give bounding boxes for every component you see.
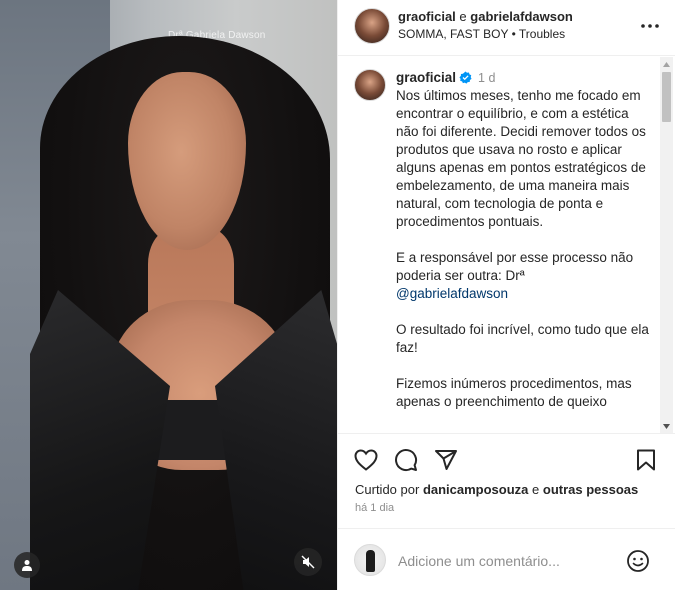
actions-divider	[338, 433, 675, 434]
caption-paragraph-1: Nos últimos meses, tenho me focado em en…	[396, 88, 646, 229]
likes-summary: Curtido por danicamposouza e outras pess…	[355, 482, 638, 497]
author-names: graoficial e gabrielafdawson	[398, 9, 573, 24]
scroll-up-arrow-icon[interactable]	[660, 58, 673, 70]
post-age[interactable]: há 1 dia	[355, 502, 394, 514]
comment-input[interactable]	[398, 550, 618, 572]
caption-scrollbar[interactable]	[660, 57, 673, 433]
author-username[interactable]: graoficial	[398, 9, 456, 24]
audio-attribution[interactable]: SOMMA, FAST BOY • Troubles	[398, 27, 565, 41]
likes-others[interactable]: outras pessoas	[543, 482, 638, 497]
smiley-icon	[627, 550, 649, 572]
share-button[interactable]	[432, 446, 460, 474]
author-connector: e	[459, 9, 467, 24]
likes-connector: e	[532, 482, 540, 497]
post-media[interactable]: Drª Gabriela Dawson	[0, 0, 337, 590]
mute-button[interactable]	[294, 548, 322, 576]
more-options-button[interactable]	[638, 14, 662, 38]
caption-username[interactable]: graoficial	[396, 70, 456, 85]
caption-author-avatar[interactable]	[354, 69, 386, 101]
share-icon	[435, 450, 457, 470]
scrollbar-thumb[interactable]	[662, 72, 671, 122]
tagged-users-button[interactable]	[14, 552, 40, 578]
caption-time[interactable]: 1 d	[478, 71, 495, 85]
comment-icon	[395, 449, 418, 472]
caption-area: graoficial 1 d Nos últimos meses, tenho m…	[338, 57, 660, 433]
like-button[interactable]	[352, 446, 380, 474]
bookmark-icon	[637, 449, 655, 471]
scroll-down-arrow-icon[interactable]	[660, 420, 673, 432]
caption-paragraph-3: O resultado foi incrível, como tudo que …	[396, 322, 649, 355]
likes-user[interactable]: danicamposouza	[423, 482, 528, 497]
post-header: graoficial e gabrielafdawson SOMMA, FAST…	[338, 0, 675, 56]
viewer-avatar	[354, 544, 386, 576]
collab-username[interactable]: gabrielafdawson	[470, 9, 573, 24]
speaker-muted-icon	[301, 555, 315, 569]
caption-paragraph-2: E a responsável por esse processo não po…	[396, 250, 634, 283]
verified-badge-icon	[459, 71, 472, 84]
emoji-button[interactable]	[625, 548, 651, 574]
likes-prefix: Curtido por	[355, 482, 420, 497]
comment-button[interactable]	[392, 446, 420, 474]
more-horizontal-icon	[641, 24, 659, 28]
caption-mention[interactable]: @gabrielafdawson	[396, 286, 508, 301]
heart-icon	[354, 449, 378, 471]
caption-text: graoficial 1 d Nos últimos meses, tenho m…	[396, 69, 654, 429]
action-bar	[338, 442, 675, 478]
post-panel: graoficial e gabrielafdawson SOMMA, FAST…	[337, 0, 675, 590]
user-icon	[22, 560, 32, 571]
author-avatar[interactable]	[354, 8, 390, 44]
caption-paragraph-4: Fizemos inúmeros procedimentos, mas apen…	[396, 376, 632, 409]
comment-divider	[338, 528, 675, 529]
save-button[interactable]	[632, 446, 660, 474]
